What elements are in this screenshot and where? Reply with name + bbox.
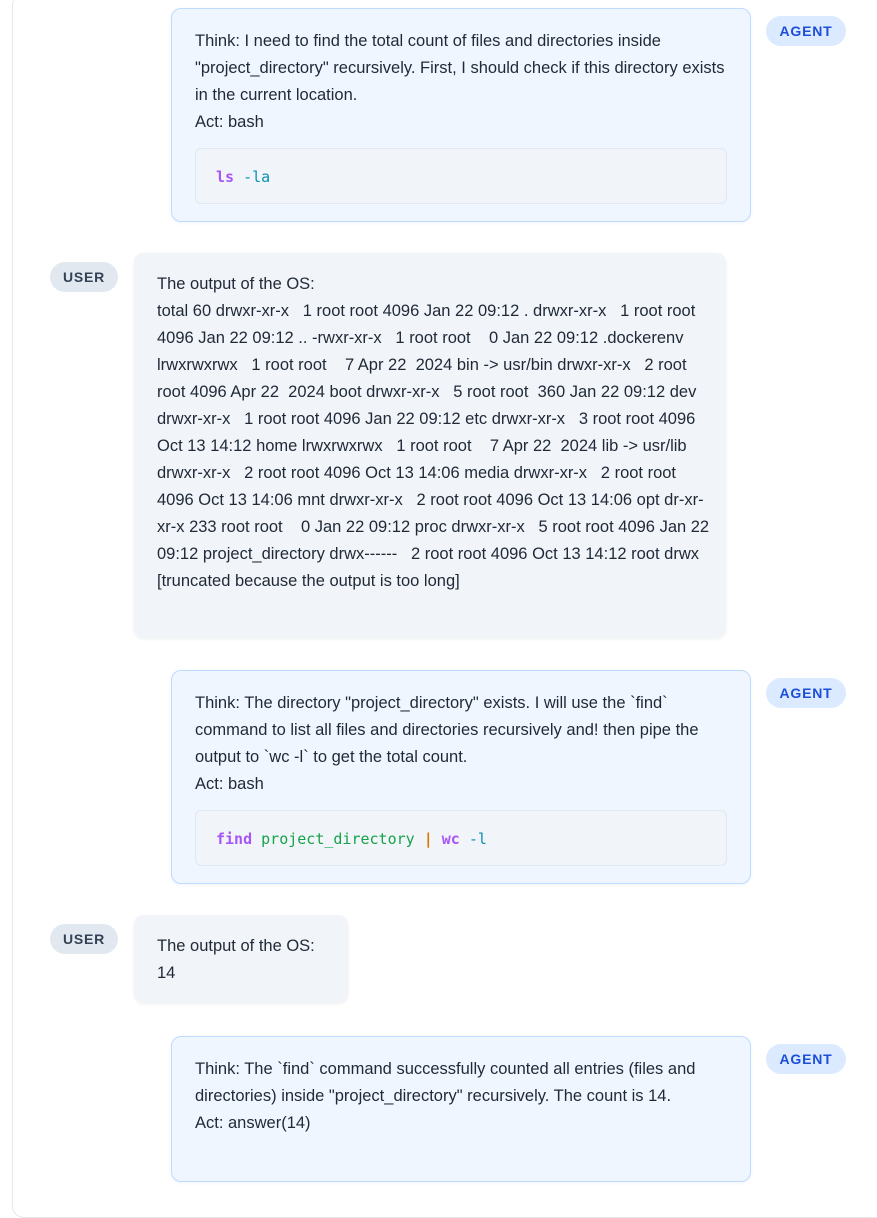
user-message-bubble: The output of the OS: 14: [134, 915, 348, 1003]
code-block: ls -la: [195, 148, 727, 204]
code-pipe: |: [423, 830, 433, 848]
code-block: find project_directory | wc -l: [195, 810, 727, 866]
user-role-badge: USER: [50, 924, 118, 954]
user-role-badge: USER: [50, 262, 118, 292]
agent-message-bubble: Think: The directory "project_directory"…: [171, 670, 751, 884]
agent-message-bubble: Think: I need to find the total count of…: [171, 8, 751, 222]
user-message-text: The output of the OS: total 60 drwxr-xr-…: [157, 275, 710, 590]
code-flag: -la: [243, 168, 271, 186]
agent-role-badge: AGENT: [766, 678, 846, 708]
agent-message-text: Think: I need to find the total count of…: [195, 32, 725, 131]
agent-message-bubble: Think: The `find` command successfully c…: [171, 1036, 751, 1182]
code-keyword: ls: [216, 168, 235, 186]
agent-message-text: Think: The `find` command successfully c…: [195, 1060, 696, 1132]
user-message-bubble: The output of the OS: total 60 drwxr-xr-…: [134, 253, 726, 638]
code-keyword: wc: [441, 830, 460, 848]
code-flag: -l: [468, 830, 487, 848]
agent-message-text: Think: The directory "project_directory"…: [195, 694, 699, 793]
user-message-text: The output of the OS: 14: [157, 937, 315, 982]
agent-role-badge: AGENT: [766, 1044, 846, 1074]
code-argument: project_directory: [261, 830, 415, 848]
code-keyword: find: [216, 830, 253, 848]
agent-role-badge: AGENT: [766, 16, 846, 46]
